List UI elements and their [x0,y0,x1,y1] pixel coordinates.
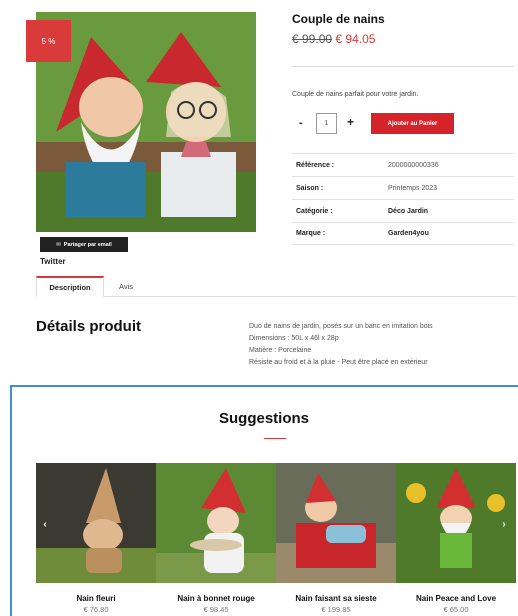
suggestion-name[interactable]: Nain Peace and Love [396,594,516,603]
tab-reviews[interactable]: Avis [108,276,144,297]
envelope-icon: ✉ [56,241,61,248]
attribute-label: Saison : [296,184,324,192]
product-attributes-table: Référence : 2000000000336 Saison : Print… [292,153,514,245]
details-title: Détails produit [36,318,142,335]
attribute-row-season: Saison : Printemps 2023 [292,176,514,199]
attribute-row-category: Catégorie : Déco Jardin [292,199,514,222]
suggestions-title: Suggestions [218,410,309,427]
divider [292,66,514,67]
suggestion-name[interactable]: Nain fleuri [36,594,156,603]
price-block: € 99.00 € 94.05 [292,32,375,46]
attribute-row-reference: Référence : 2000000000336 [292,153,514,176]
suggestion-name[interactable]: Nain à bonnet rouge [156,594,276,603]
attribute-value-link[interactable]: Garden4you [388,230,429,237]
title-underline [264,438,286,439]
details-text: Duo de nains de jardin, posés sur un ban… [249,321,433,369]
attribute-value: 2000000000336 [388,161,439,169]
new-price: € 94.05 [335,32,376,46]
attribute-value: Printemps 2023 [388,184,438,192]
attribute-row-brand: Marque : Garden4you [292,222,514,245]
details-line: Résiste au froid et à la pluie - Peut êt… [249,359,428,366]
suggestion-price: € 199.85 [321,605,351,614]
share-email-label: Partager par email [63,241,112,248]
discount-badge: 5 % [26,20,71,62]
suggestion-card-image[interactable] [276,463,396,583]
quantity-input[interactable]: 1 [316,113,337,134]
tab-description[interactable]: Description [36,276,104,297]
attribute-label: Référence : [296,161,335,169]
share-email-button[interactable]: ✉ Partager par email [40,237,128,252]
quantity-increase-button[interactable]: + [347,115,354,129]
suggestion-price: € 65.00 [443,605,469,614]
suggestion-price: € 98.45 [203,605,229,614]
product-title: Couple de nains [292,12,385,26]
attribute-label: Marque : [296,230,326,237]
suggestion-name[interactable]: Nain faisant sa sieste [276,594,396,603]
short-description: Couple de nains parfait pour votre jardi… [292,91,419,98]
details-line: Matière : Porcelaine [249,347,312,354]
suggestion-card-image[interactable] [156,463,276,583]
suggestion-price: € 76.80 [83,605,109,614]
quantity-decrease-button[interactable]: - [299,117,303,129]
attribute-value-link[interactable]: Déco Jardin [388,208,428,215]
details-line: Dimensions : 50L x 46l x 28p [249,335,339,342]
carousel-next-icon[interactable]: › [497,517,511,531]
details-line: Duo de nains de jardin, posés sur un ban… [249,323,433,330]
attribute-label: Catégorie : [296,207,333,215]
twitter-link[interactable]: Twitter [40,257,66,266]
add-to-cart-button[interactable]: Ajouter au Panier [371,113,454,134]
old-price: € 99.00 [292,32,333,46]
carousel-prev-icon[interactable]: ‹ [38,517,52,531]
suggestion-card-image[interactable] [36,463,156,583]
